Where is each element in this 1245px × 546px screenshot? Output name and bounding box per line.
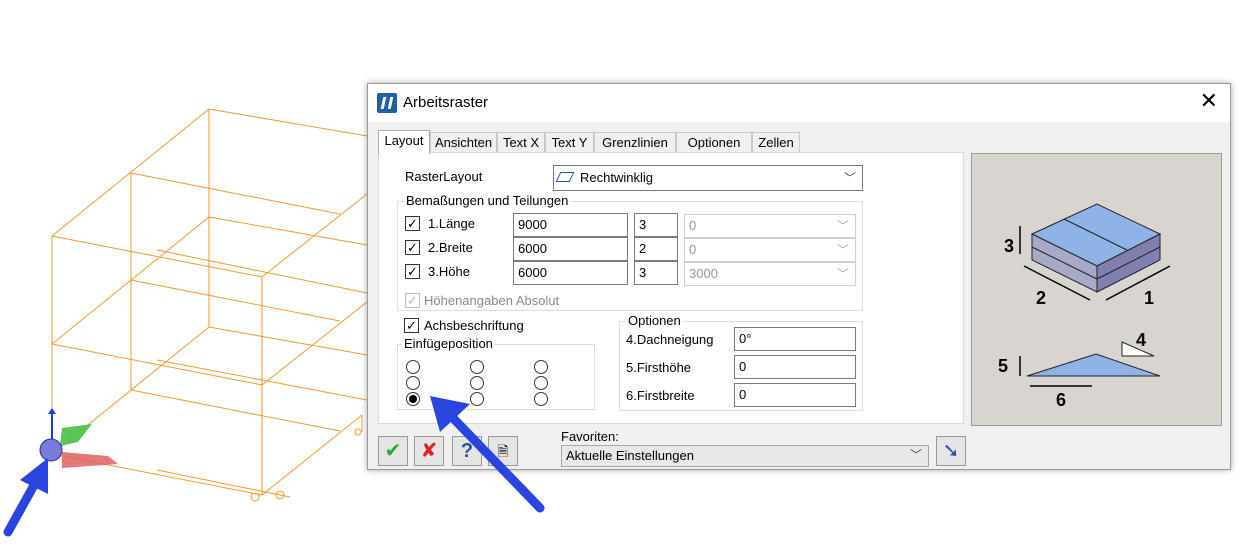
tab-layout[interactable]: Layout	[378, 130, 430, 154]
ok-button[interactable]: ✔	[378, 436, 408, 466]
chevron-down-icon: ﹀	[836, 243, 849, 257]
preview-diagram: 1 2 3 4 5 6	[998, 203, 1171, 410]
chevron-down-icon: ﹀	[909, 448, 922, 462]
help-button[interactable]: ?	[452, 436, 482, 466]
preview-label-1: 1	[1144, 288, 1154, 308]
preview-label-2: 2	[1036, 288, 1046, 308]
length-label: 1.Länge	[428, 216, 475, 231]
length-value-input[interactable]: 9000	[513, 213, 628, 237]
preview-label-4: 4	[1136, 330, 1146, 350]
roof-pitch-label: 4.Dachneigung	[626, 332, 714, 347]
axis-labeling-checkbox[interactable]: ✓	[404, 318, 419, 333]
width-checkbox[interactable]: ✓	[405, 240, 420, 255]
options-group: Optionen 4.Dachneigung 0° 5.Firsthöhe 0 …	[619, 313, 863, 411]
preview-label-3: 3	[1004, 236, 1014, 256]
width-extra-select[interactable]: 0 ﹀	[684, 238, 856, 262]
insert-position-group: Einfügeposition	[397, 336, 595, 410]
title-bar: Arbeitsraster ✕	[368, 84, 1230, 122]
height-checkbox[interactable]: ✓	[405, 264, 420, 279]
width-value-input[interactable]: 6000	[513, 237, 628, 261]
chevron-down-icon: ﹀	[836, 267, 849, 281]
dialog-title: Arbeitsraster	[403, 94, 489, 111]
chevron-down-icon: ﹀	[836, 219, 849, 233]
cancel-button[interactable]: ✘	[414, 436, 444, 466]
coordinate-axes-icon	[39, 408, 118, 468]
ridge-height-input[interactable]: 0	[734, 355, 856, 379]
length-extra-select[interactable]: 0 ﹀	[684, 214, 856, 238]
insert-position-radio-middle-right[interactable]	[534, 376, 548, 390]
dimensions-group: Bemaßungen und Teilungen ✓ 1.Länge 9000 …	[397, 193, 863, 311]
length-extra-value: 0	[689, 218, 697, 233]
insert-position-radio-bottom-right[interactable]	[534, 392, 548, 406]
height-label: 3.Höhe	[428, 264, 470, 279]
width-label: 2.Breite	[428, 240, 473, 255]
grid-preview-image: 1 2 3 4 5 6	[971, 153, 1222, 426]
width-extra-value: 0	[689, 242, 697, 257]
chevron-down-icon: ﹀	[843, 171, 856, 185]
grid-type-icon	[555, 172, 575, 182]
insert-position-radio-middle-left[interactable]	[406, 376, 420, 390]
absolute-heights-label: Höhenangaben Absolut	[424, 293, 560, 308]
favorites-select[interactable]: Aktuelle Einstellungen ﹀	[561, 445, 929, 467]
roof-section-shape	[1026, 353, 1161, 377]
document-info-button[interactable]: 🗎	[488, 436, 518, 466]
arbeitsraster-dialog: Arbeitsraster ✕ Layout Ansichten Text X …	[367, 83, 1231, 470]
length-divisions-input[interactable]: 3	[634, 213, 678, 237]
ridge-width-label: 6.Firstbreite	[626, 388, 695, 403]
insert-position-radio-top-right[interactable]	[534, 360, 548, 374]
height-extra-value: 3000	[689, 266, 718, 281]
raster-layout-select[interactable]: Rechtwinklig ﹀	[553, 165, 863, 191]
height-extra-select[interactable]: 3000 ﹀	[684, 262, 856, 286]
insert-position-radio-top-center[interactable]	[470, 360, 484, 374]
dimensions-group-title: Bemaßungen und Teilungen	[404, 193, 571, 208]
raster-layout-value: Rechtwinklig	[580, 170, 653, 185]
favorites-label: Favoriten:	[561, 429, 619, 444]
layout-panel: RasterLayout Rechtwinklig ﹀ Bemaßungen u…	[378, 152, 964, 424]
tab-grenzlinien[interactable]: Grenzlinien	[594, 132, 676, 152]
insert-position-title: Einfügeposition	[402, 336, 495, 351]
tab-ansichten[interactable]: Ansichten	[430, 132, 497, 152]
options-group-title: Optionen	[626, 313, 683, 328]
axis-labeling-label: Achsbeschriftung	[424, 318, 524, 333]
app-icon	[377, 93, 397, 113]
insert-position-radio-top-left[interactable]	[406, 360, 420, 374]
orange-wireframe-grid	[51, 108, 368, 502]
raster-layout-label: RasterLayout	[405, 169, 483, 184]
roof-pitch-input[interactable]: 0°	[734, 327, 856, 351]
preview-label-6: 6	[1056, 390, 1066, 410]
ridge-height-label: 5.Firsthöhe	[626, 360, 692, 375]
tab-zellen[interactable]: Zellen	[752, 132, 800, 152]
length-checkbox[interactable]: ✓	[405, 216, 420, 231]
insert-position-radio-bottom-center[interactable]	[470, 392, 484, 406]
preview-label-5: 5	[998, 356, 1008, 376]
width-divisions-input[interactable]: 2	[634, 237, 678, 261]
tab-text-x[interactable]: Text X	[497, 132, 545, 152]
absolute-heights-checkbox[interactable]: ✓	[405, 293, 420, 308]
insert-position-radio-middle-center[interactable]	[470, 376, 484, 390]
ridge-width-input[interactable]: 0	[734, 383, 856, 407]
height-divisions-input[interactable]: 3	[634, 261, 678, 285]
height-value-input[interactable]: 6000	[513, 261, 628, 285]
tab-text-y[interactable]: Text Y	[545, 132, 594, 152]
favorites-value: Aktuelle Einstellungen	[566, 448, 694, 463]
favorites-save-button[interactable]: ➘	[936, 436, 966, 466]
tab-optionen[interactable]: Optionen	[676, 132, 752, 152]
close-icon[interactable]: ✕	[1200, 90, 1218, 112]
insert-position-radio-bottom-left[interactable]	[406, 392, 420, 406]
